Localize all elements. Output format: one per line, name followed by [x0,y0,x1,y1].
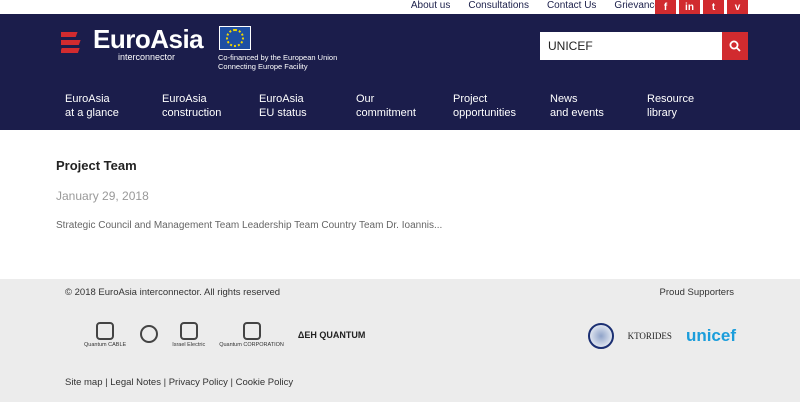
euroasia-logo-icon[interactable] [61,28,89,58]
grievance-link[interactable]: Grievance [614,0,660,11]
nav-item-news[interactable]: News and events [550,92,647,120]
top-bar: About us Consultations Contact Us Grieva… [0,0,800,14]
nav-label-line2: library [647,107,677,119]
nav-label-line1: EuroAsia [259,93,304,105]
deh-emblem-logo[interactable] [140,325,159,345]
nav-label-line1: Project [453,93,488,105]
eu-text-line1: Co-financed by the European Union [218,53,338,62]
twitter-icon[interactable]: t [703,0,724,14]
nav-label-line2: EU status [259,107,307,119]
nav-label-line1: Our [356,93,375,105]
nav-label-line2: opportunities [453,107,516,119]
israel-electric-logo[interactable]: Israel Electric [172,322,205,348]
quantum-corporation-icon [242,322,261,340]
vimeo-icon[interactable]: v [727,0,748,14]
site-header: EuroAsia interconnector Co-financed by t… [0,14,800,130]
search-input[interactable] [540,32,722,60]
nav-label-line2: construction [162,107,222,119]
nav-item-eu-status[interactable]: EuroAsia EU status [259,92,356,120]
eu-text-line2: Connecting Europe Facility [218,62,308,71]
eu-flag-icon [219,26,251,50]
copyright-text: © 2018 EuroAsia interconnector. All righ… [65,287,281,298]
nav-item-commitment[interactable]: Our commitment [356,92,453,120]
nav-label-line1: EuroAsia [162,93,207,105]
partner-name: Israel Electric [172,342,206,348]
globe-icon [587,323,614,349]
contact-us-link[interactable]: Contact Us [547,0,596,11]
nav-item-resource-library[interactable]: Resource library [647,92,744,120]
partner-logos: Quantum CABLE Israel Electric Quantum CO… [84,322,365,348]
deh-emblem-icon [140,325,159,343]
nav-item-at-a-glance[interactable]: EuroAsia at a glance [65,92,162,120]
top-links: About us Consultations Contact Us Grieva… [411,0,660,11]
ktorides-foundation-logo[interactable]: KTORIDES [628,331,672,341]
nav-label-line1: EuroAsia [65,93,110,105]
deh-quantum-logo[interactable]: ΔΕΗ QUANTUM [298,330,365,340]
nav-label-line2: at a glance [65,107,119,119]
supporter-logos: KTORIDES unicef [587,323,736,349]
privacy-policy-link[interactable]: Privacy Policy [169,377,228,388]
search-button[interactable] [722,32,748,60]
quantum-cable-icon [96,322,115,340]
eu-cofinance-text: Co-financed by the European Union Connec… [218,53,337,71]
search-icon [729,40,741,52]
footer-links: Site map | Legal Notes | Privacy Policy … [65,377,294,388]
supporters-label: Proud Supporters [659,287,734,298]
main-nav: EuroAsia at a glance EuroAsia constructi… [65,92,744,120]
site-footer: © 2018 EuroAsia interconnector. All righ… [0,279,800,402]
search-box [540,32,748,60]
quantum-corporation-logo[interactable]: Quantum CORPORATION [219,322,284,348]
partner-name: Quantum CORPORATION [219,342,284,348]
unicef-logo[interactable]: unicef [686,326,736,346]
israel-electric-icon [179,322,198,340]
legal-notes-link[interactable]: Legal Notes [110,377,161,388]
quantum-cable-logo[interactable]: Quantum CABLE [84,322,126,348]
nav-item-opportunities[interactable]: Project opportunities [453,92,550,120]
social-links: f in t v [655,0,748,14]
cookie-policy-link[interactable]: Cookie Policy [236,377,294,388]
partner-name: Quantum CABLE [84,342,127,348]
site-map-link[interactable]: Site map [65,377,103,388]
nav-label-line1: Resource [647,93,695,105]
logo-subtitle: interconnector [118,52,176,62]
logo-name[interactable]: EuroAsia [93,24,204,55]
post-date: January 29, 2018 [56,189,149,203]
search-results: Project Team January 29, 2018 Strategic … [56,158,756,231]
about-us-link[interactable]: About us [411,0,450,11]
post-excerpt: Strategic Council and Management Team Le… [56,220,443,231]
linkedin-icon[interactable]: in [679,0,700,14]
nav-label-line1: News [550,93,578,105]
facebook-icon[interactable]: f [655,0,676,14]
consultations-link[interactable]: Consultations [468,0,529,11]
nav-item-construction[interactable]: EuroAsia construction [162,92,259,120]
nav-label-line2: commitment [356,107,416,119]
nav-label-line2: and events [550,107,604,119]
post-title[interactable]: Project Team [56,158,756,173]
